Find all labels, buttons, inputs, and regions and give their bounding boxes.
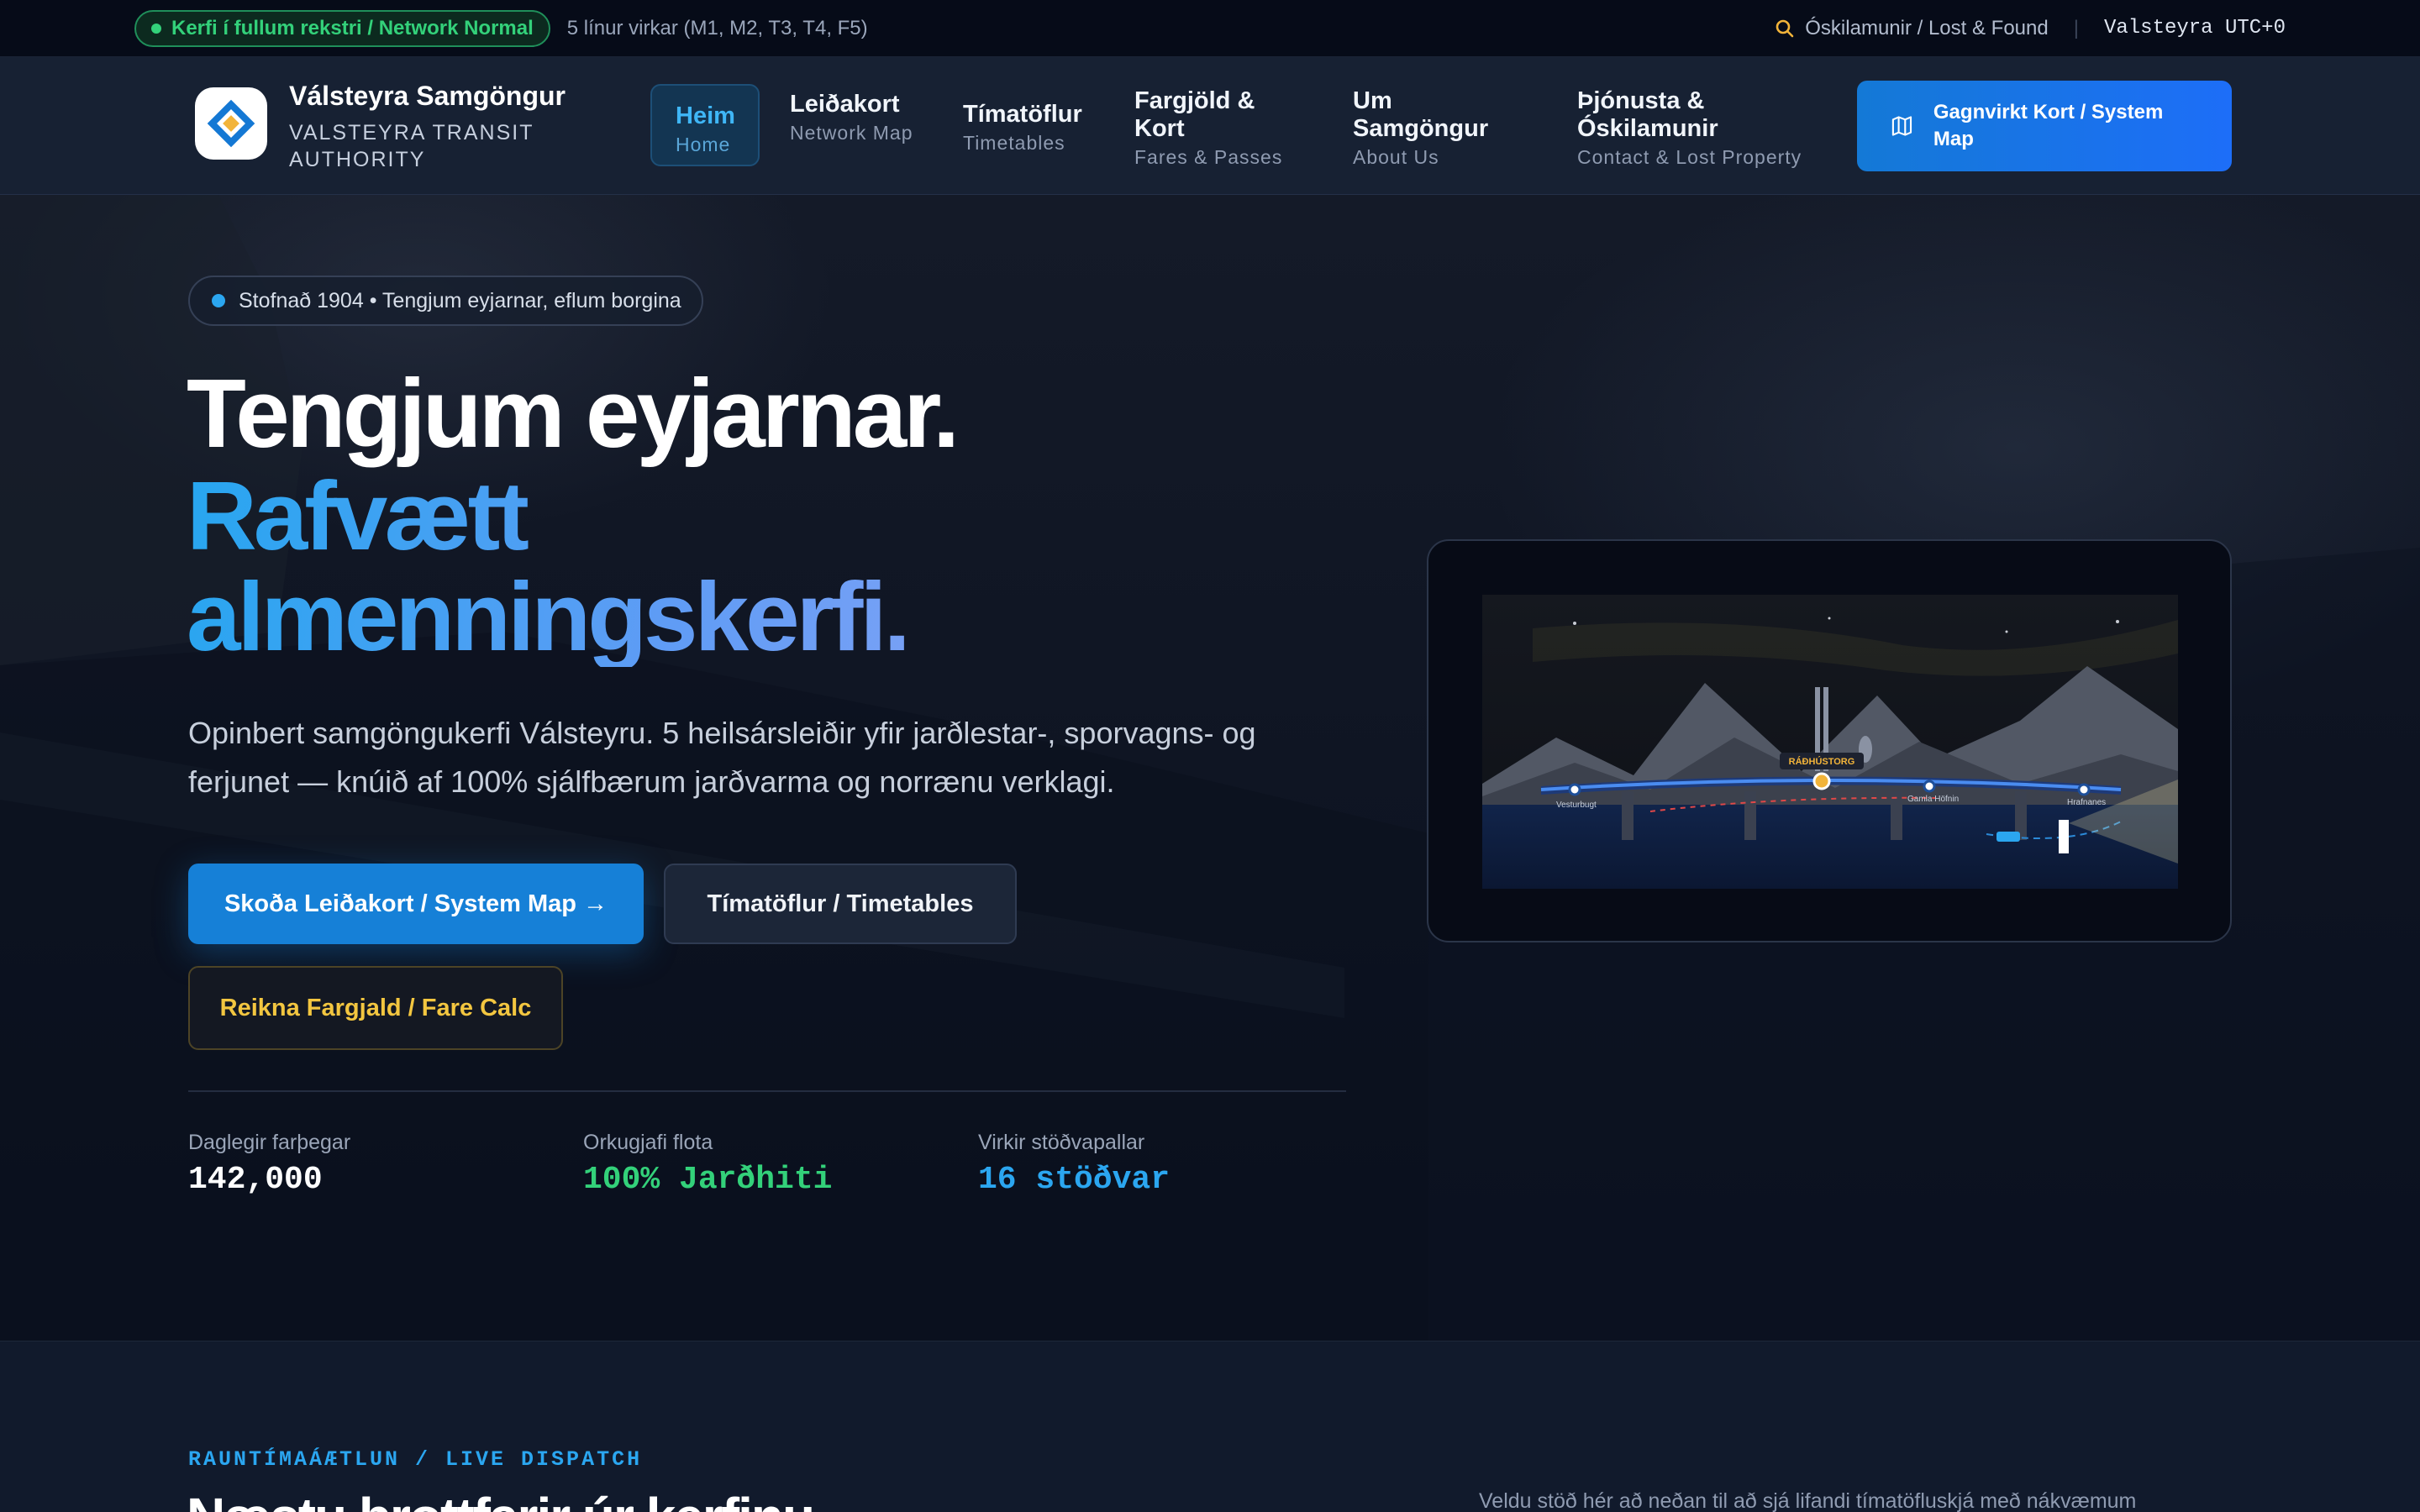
station-marker-icon	[2077, 783, 2091, 796]
nav-item-contact[interactable]: Þjónusta & Óskilamunir Contact & Lost Pr…	[1577, 87, 1821, 170]
system-map-cta-button[interactable]: Skoða Leiðakort / System Map →	[188, 864, 644, 944]
lighthouse-icon	[2059, 820, 2069, 853]
status-separator: |	[2073, 16, 2079, 39]
active-lines-text: 5 línur virkar (M1, M2, T3, T4, F5)	[566, 16, 868, 39]
fare-calc-button[interactable]: Reikna Fargjald / Fare Calc	[188, 966, 563, 1050]
badge-dot-icon	[212, 294, 225, 307]
hero-headline: Tengjum eyjarnar.	[187, 359, 960, 468]
station-marker-icon	[1568, 783, 1581, 796]
nav-label-is: Heim	[676, 102, 735, 129]
hero-headline-line3: almenningskerfi.	[187, 562, 908, 671]
top-status-bar: Kerfi í fullum rekstri / Network Normal …	[0, 0, 2420, 57]
section-description: Veldu stöð hér að neðan til að sjá lifan…	[1479, 1489, 2137, 1512]
star-icon	[2005, 630, 2008, 633]
nav-label-en: Fares & Passes	[1134, 146, 1283, 168]
lost-found-label: Óskilamunir / Lost & Found	[1805, 16, 2049, 39]
stat-label: Virkir stöðvapallar	[978, 1131, 1145, 1154]
network-status-badge: Kerfi í fullum rekstri / Network Normal	[134, 9, 550, 47]
nav-item-fares[interactable]: Fargjöld & Kort Fares & Passes	[1134, 87, 1286, 170]
nav-label-is: Fargjöld & Kort	[1134, 87, 1255, 142]
ferry-icon	[1996, 832, 2020, 842]
nav-label-is: Tímatöflur	[963, 101, 1082, 128]
search-icon	[1776, 19, 1794, 37]
hero-lead-text: Opinbert samgöngukerfi Válsteyru. 5 heil…	[188, 716, 1256, 799]
station-label: Vesturbugt	[1556, 801, 1597, 810]
hub-label: RÁÐHÚSTORG	[1789, 756, 1855, 767]
nav-item-home[interactable]: Heim Home	[650, 84, 760, 166]
nav-item-network-map[interactable]: Leiðakort Network Map	[790, 91, 916, 145]
hub-station-icon	[1812, 772, 1831, 790]
founded-text: Stofnað 1904 • Tengjum eyjarnar, eflum b…	[239, 288, 681, 312]
transit-illustration: RÁÐHÚSTORG Vesturbugt Gamla Höfnin Hrafn…	[1482, 595, 2178, 889]
hero-headline-line2: Rafvætt	[187, 461, 526, 570]
live-dispatch-section: RAUNTÍMAÁÆTLUN / LIVE DISPATCH Næstu bro…	[0, 1341, 2420, 1512]
stat-value: 100% Jarðhiti	[583, 1162, 833, 1198]
transit-illustration-card: RÁÐHÚSTORG Vesturbugt Gamla Höfnin Hrafn…	[1427, 539, 2232, 942]
stat-fleet-energy: Orkugjafi flota 100% Jarðhiti	[583, 1131, 832, 1198]
brand-name[interactable]: Válsteyra Samgöngur	[289, 81, 566, 112]
stat-value: 16 stöðvar	[978, 1162, 1171, 1198]
station-label: Hrafnanes	[2067, 798, 2106, 807]
nav-label-en: Contact & Lost Property	[1577, 146, 1802, 168]
timezone-clock: Valsteyra UTC+0	[2103, 17, 2286, 39]
stat-label: Orkugjafi flota	[583, 1131, 713, 1154]
sea-shape	[1482, 805, 2178, 889]
nav-item-timetables[interactable]: Tímatöflur Timetables	[963, 101, 1114, 155]
nav-label-en: Home	[676, 134, 731, 155]
stat-active-stations: Virkir stöðvapallar 16 stöðvar	[978, 1131, 1170, 1198]
station-marker-icon	[1923, 780, 1936, 793]
map-icon	[1891, 116, 1912, 136]
founded-badge: Stofnað 1904 • Tengjum eyjarnar, eflum b…	[188, 276, 703, 326]
star-icon	[1573, 622, 1576, 625]
star-icon	[1828, 617, 1831, 620]
section-eyebrow: RAUNTÍMAÁÆTLUN / LIVE DISPATCH	[188, 1447, 643, 1472]
nav-label-en: Network Map	[790, 122, 913, 144]
logo-diamond-icon	[207, 99, 255, 148]
timetables-button[interactable]: Tímatöflur / Timetables	[664, 864, 1017, 944]
status-right-group: Óskilamunir / Lost & Found | Valsteyra U…	[1775, 17, 2286, 40]
nav-label-en: About Us	[1353, 146, 1439, 168]
system-map-label: Gagnvirkt Kort / System Map	[1933, 101, 2164, 150]
hero-headline-accent: Rafvætt almenningskerfi.	[187, 465, 1279, 667]
network-status-text: Kerfi í fullum rekstri / Network Normal	[171, 16, 534, 39]
station-label: Gamla Höfnin	[1907, 795, 1959, 804]
nav-label-en: Timetables	[963, 132, 1065, 154]
nav-label-is: Um Samgöngur	[1353, 87, 1489, 142]
nav-label-is: Leiðakort	[790, 91, 900, 118]
section-title: Næstu brottfarir úr kerfinu	[187, 1486, 815, 1512]
stat-value: 142,000	[188, 1162, 323, 1198]
nav-item-about[interactable]: Um Samgöngur About Us	[1353, 87, 1504, 170]
brand-logo[interactable]	[195, 87, 267, 160]
lost-found-link[interactable]: Óskilamunir / Lost & Found	[1775, 16, 2049, 40]
nav-label-is: Þjónusta & Óskilamunir	[1577, 87, 1718, 142]
stat-daily-passengers: Daglegir farþegar 142,000	[188, 1131, 350, 1198]
star-icon	[2116, 620, 2119, 623]
system-map-button[interactable]: Gagnvirkt Kort / System Map	[1857, 81, 2232, 171]
hero-section: Stofnað 1904 • Tengjum eyjarnar, eflum b…	[0, 195, 2420, 1341]
hero-divider	[188, 1090, 1346, 1092]
stat-label: Daglegir farþegar	[188, 1131, 351, 1154]
site-header: Válsteyra Samgöngur VALSTEYRA TRANSIT AU…	[0, 57, 2420, 195]
status-dot-icon	[151, 23, 161, 34]
brand-subtitle: VALSTEYRA TRANSIT AUTHORITY	[289, 121, 534, 171]
